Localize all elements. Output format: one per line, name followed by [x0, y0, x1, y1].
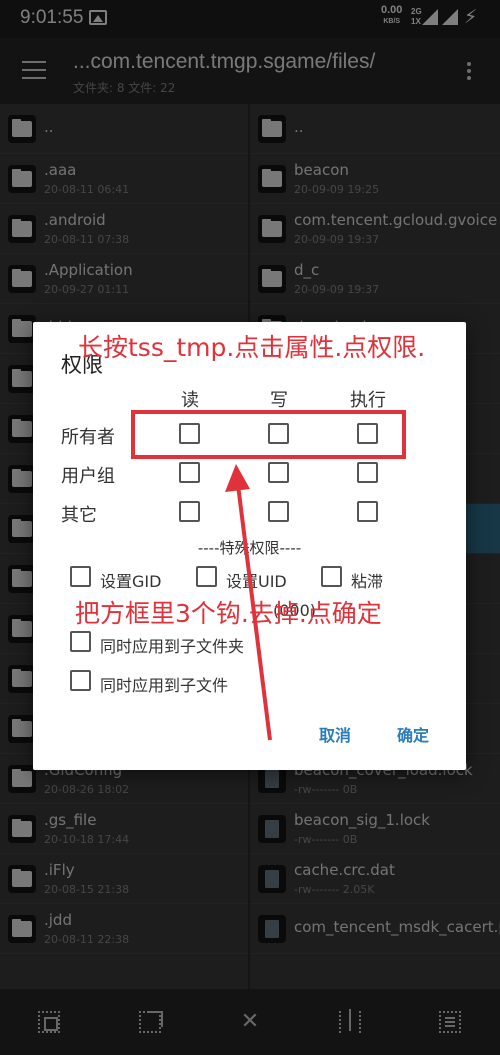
group-read-checkbox[interactable]: [179, 462, 200, 483]
set-uid-label: 设置UID: [226, 572, 287, 591]
apply-subfiles-label: 同时应用到子文件: [100, 676, 229, 695]
ok-button[interactable]: 确定: [397, 722, 429, 746]
special-permissions-header: ----特殊权限----: [197, 539, 302, 557]
permissions-dialog: 权限 读 写 执行 所有者 用户组 其它 ----特殊权限---- 设置GID …: [33, 322, 466, 770]
column-execute: 执行: [350, 390, 386, 411]
set-gid-label: 设置GID: [100, 572, 162, 591]
row-owner: 所有者: [61, 427, 115, 448]
other-read-checkbox[interactable]: [179, 501, 200, 522]
cancel-button[interactable]: 取消: [319, 722, 351, 746]
annotation-highlight-box: [131, 410, 406, 459]
apply-subfiles-checkbox[interactable]: [70, 670, 91, 691]
other-write-checkbox[interactable]: [268, 501, 289, 522]
sticky-checkbox[interactable]: [321, 566, 342, 587]
sticky-label: 粘滞: [351, 572, 384, 591]
row-group: 用户组: [61, 466, 115, 487]
column-read: 读: [181, 390, 199, 411]
set-gid-checkbox[interactable]: [70, 566, 91, 587]
group-write-checkbox[interactable]: [268, 462, 289, 483]
apply-subfolders-checkbox[interactable]: [70, 631, 91, 652]
group-exec-checkbox[interactable]: [357, 462, 378, 483]
annotation-instruction-bottom: 把方框里3个钩.去掉.点确定: [75, 599, 382, 628]
annotation-instruction-top: 长按tss_tmp.点击属性.点权限.: [78, 333, 426, 362]
set-uid-checkbox[interactable]: [196, 566, 217, 587]
column-write: 写: [270, 390, 288, 411]
other-exec-checkbox[interactable]: [357, 501, 378, 522]
apply-subfolders-label: 同时应用到子文件夹: [100, 637, 245, 656]
row-other: 其它: [61, 505, 97, 526]
